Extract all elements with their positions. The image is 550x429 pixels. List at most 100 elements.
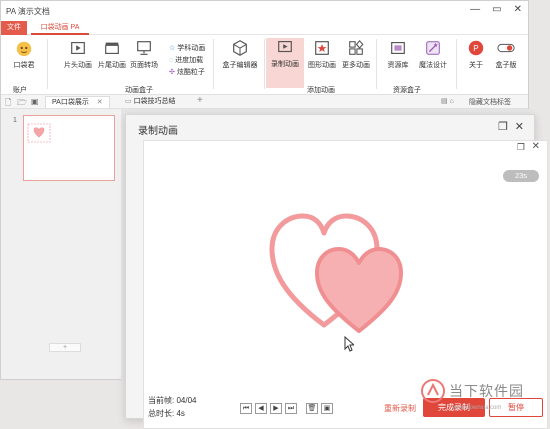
magic-design-label: 魔法设计 [419,62,447,69]
hearts-animation-preview [269,213,403,333]
doc-tab-pa-showcase[interactable]: PA口袋展示 ✕ [45,96,110,108]
pocket-logo-icon: P [468,40,484,56]
cube-icon [233,40,247,56]
divider [47,39,48,89]
page-transition-label: 页面转场 [130,62,158,69]
doc-icon: ▭ [125,98,134,105]
maximize-icon[interactable]: ▭ [492,4,501,15]
doc-tab-label: 口袋技巧总结 [133,98,176,105]
ribbon: 口袋君 账户 片头动画 片尾动画 页面转场 ☆ 学科动画 ◌ 进度加载 ✣ 炫酷… [1,35,528,95]
tab-pocket-animation[interactable]: 口袋动画 PA [31,21,89,35]
avatar-icon [16,41,32,57]
record-screen-icon [278,41,292,53]
particles-item[interactable]: ✣ 炫酷粒子 [169,67,205,77]
window-controls: — ▭ ✕ [470,4,522,15]
add-slide-button[interactable]: + [49,343,81,352]
intro-animation-label: 片头动画 [64,62,92,69]
slide-thumbnail-pane: 1 + [1,109,119,379]
slide-thumbnail[interactable] [23,115,115,181]
box-editor-label: 盒子编辑器 [222,62,258,69]
group-label-animation-box: 动画盒子 [125,87,153,94]
close-tab-icon[interactable]: ✕ [97,99,103,106]
restore-icon[interactable]: ❐ [517,142,525,153]
box-version-toggle[interactable]: 盒子版 [487,39,525,70]
progress-loading-item[interactable]: ◌ 进度加载 [169,55,203,65]
watermark-text: 当下软件园 [449,383,524,399]
divider [213,39,214,89]
shapes-icon [349,39,364,55]
recording-timer-badge: 23s [503,170,539,182]
next-frame-icon[interactable]: ⏭ [285,403,297,414]
icon-group: ▤ ⌂ [441,98,454,105]
close-icon[interactable]: ✕ [532,141,540,152]
divider [376,39,377,89]
star-icon: ☆ [169,45,176,52]
save-doc-icon[interactable]: ▣ [31,97,39,106]
box-editor-button[interactable]: 盒子编辑器 [218,39,262,70]
mouse-cursor-icon [344,336,354,352]
subject-animation-label: 学科动画 [177,45,206,52]
doc-tab-tips-summary[interactable]: ▭ 口袋技巧总结 [119,96,182,108]
ribbon-tabs: 文件 口袋动画 PA [1,21,528,35]
progress-loading-label: 进度加载 [175,57,204,64]
record-animation-label: 录制动画 [271,61,299,68]
slide-number: 1 [13,117,17,124]
outro-animation-label: 片尾动画 [98,62,126,69]
magic-wand-icon [426,41,440,55]
about-label: 关于 [469,62,483,69]
heart-thumbnail-icon [27,123,51,143]
account-button[interactable]: 口袋君 [5,39,43,70]
clapperboard-icon [105,42,119,54]
play-icon[interactable]: ▶ [270,403,282,414]
minimize-icon[interactable]: — [470,4,480,15]
doc-tab-label: PA口袋展示 [52,99,89,106]
delete-icon[interactable]: 🗑 [306,403,318,414]
watermark: 当下软件园 [420,378,524,404]
watermark-url: www.downxia.com [452,405,502,411]
current-frame-label: 当前帧: 04/04 [148,396,197,405]
resource-library-label: 资源库 [387,62,409,69]
monitor-icon [137,41,151,55]
divider [264,39,265,89]
title-bar: PA 演示文档 — ▭ ✕ [1,1,528,21]
svg-text:P: P [473,44,478,53]
restore-icon[interactable]: ❐ [498,120,508,133]
document-tab-bar: 🗋 🗁 ▣ PA口袋展示 ✕ ▭ 口袋技巧总结 + ▤ ⌂ 隐藏文档标签 [1,95,528,109]
group-label-add-animation: 添加动画 [307,87,335,94]
subject-animation-item[interactable]: ☆ 学科动画 [169,43,205,53]
tab-file[interactable]: 文件 [1,21,27,35]
library-icon [391,42,405,54]
particles-label: 炫酷粒子 [176,69,205,76]
more-animation-label: 更多动画 [342,62,370,69]
magic-design-button[interactable]: 魔法设计 [414,39,452,70]
film-icon [71,42,85,54]
playback-controls: ⏮ ◀ ▶ ⏭ 🗑 ▣ [240,403,333,414]
graphic-animation-label: 图形动画 [308,62,336,69]
close-icon[interactable]: ✕ [515,120,524,133]
star-frame-icon [315,41,329,55]
group-label-resource-box: 资源盒子 [393,87,421,94]
resource-library-button[interactable]: 资源库 [379,39,417,70]
group-label-account: 账户 [13,87,27,94]
total-duration-label: 总时长: 4s [148,409,185,418]
intro-animation-button[interactable]: 片头动画 [59,39,97,70]
box-version-label: 盒子版 [495,62,517,69]
more-animation-button[interactable]: 更多动画 [337,39,375,70]
watermark-logo-icon [421,379,445,403]
close-icon[interactable]: ✕ [514,4,522,15]
rerecord-link[interactable]: 重新录制 [384,403,416,414]
sparkle-icon: ✣ [169,69,175,76]
prev-frame-icon[interactable]: ◀ [255,403,267,414]
window-title: PA 演示文档 [6,6,50,16]
graphic-animation-button[interactable]: 图形动画 [303,39,341,70]
add-tab-icon[interactable]: + [197,95,203,106]
toggle-icon [497,43,515,53]
spinner-icon: ◌ [169,56,174,64]
first-frame-icon[interactable]: ⏮ [240,403,252,414]
page-transition-button[interactable]: 页面转场 [125,39,163,70]
hide-tabs-link[interactable]: 隐藏文档标签 [469,97,511,107]
save-frame-icon[interactable]: ▣ [321,403,333,414]
record-animation-button[interactable]: 录制动画 [266,38,304,88]
account-label: 口袋君 [13,62,35,69]
dialog-title: 录制动画 [138,126,178,137]
